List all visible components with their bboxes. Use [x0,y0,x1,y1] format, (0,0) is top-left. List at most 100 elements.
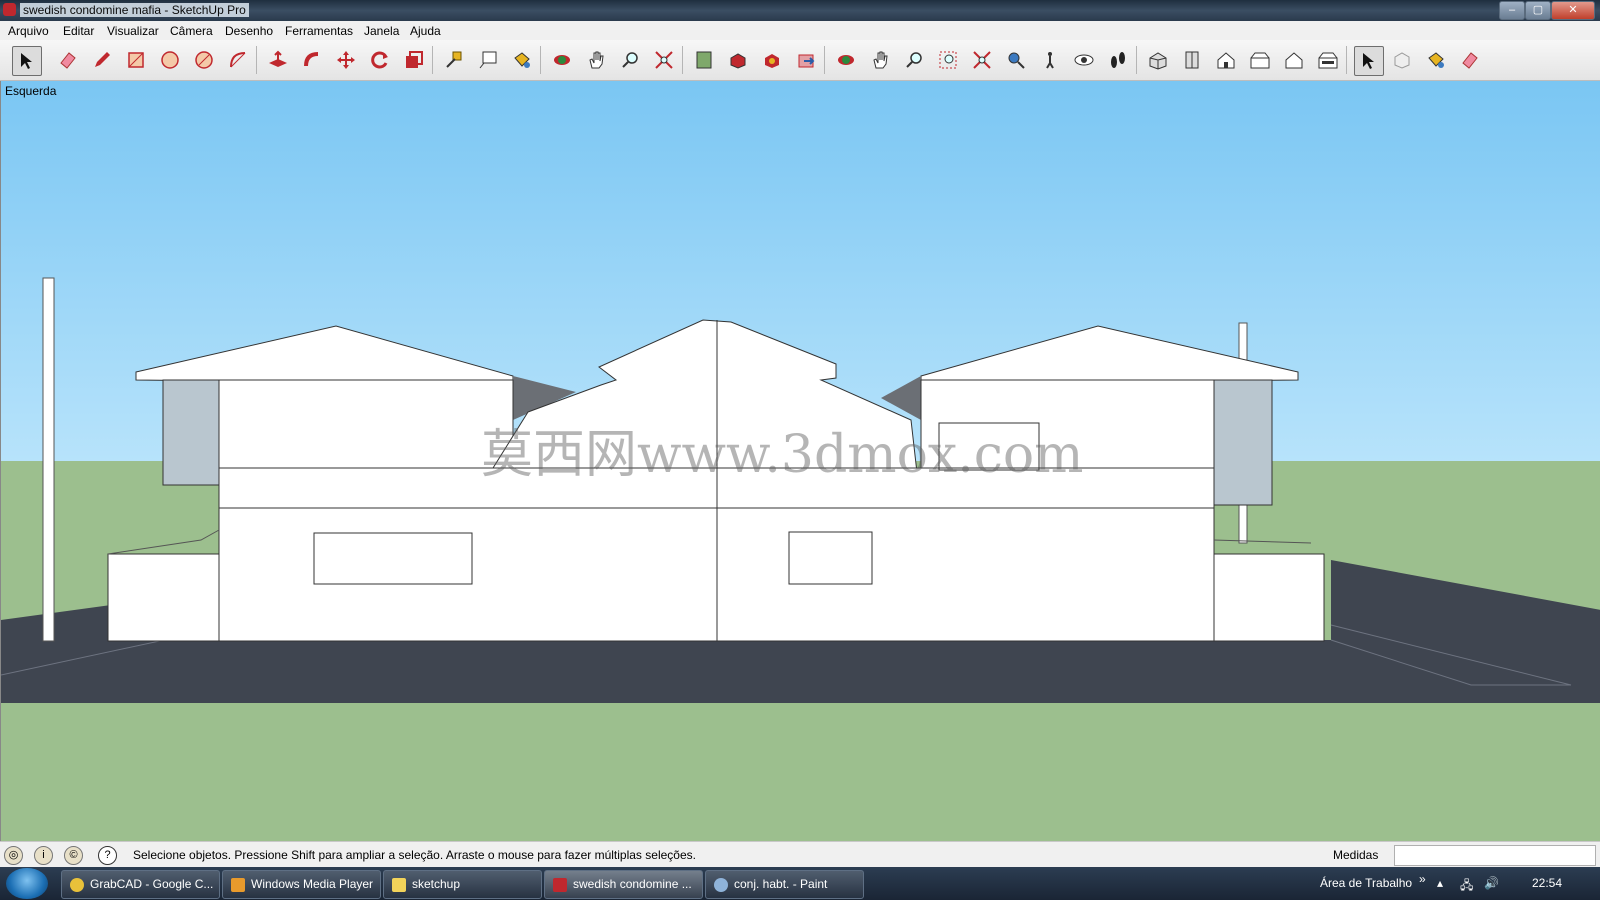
measurements-label: Medidas [1333,848,1379,862]
eraser-tool-icon[interactable] [54,46,82,74]
taskbar-item-sketchup-file[interactable]: swedish condomine ... [544,870,703,899]
left-view-icon[interactable] [1314,46,1342,74]
zoom-extents-2-icon[interactable] [968,46,996,74]
taskbar-item-paint[interactable]: conj. habt. - Paint [705,870,864,899]
menu-camera[interactable]: Câmera [170,24,213,38]
taskbar-item-chrome[interactable]: GrabCAD - Google C... [61,870,220,899]
taskbar-item-label: GrabCAD - Google C... [90,877,214,891]
rectangle-tool-icon[interactable] [122,46,150,74]
taskbar-item-label: Windows Media Player [251,877,374,891]
scale-tool-icon[interactable] [400,46,428,74]
start-button[interactable] [6,868,48,899]
toolbar-chevron[interactable]: » [1419,872,1426,886]
back-view-icon[interactable] [1280,46,1308,74]
polygon-tool-icon[interactable] [190,46,218,74]
components-icon[interactable] [690,46,718,74]
push-pull-tool-icon[interactable] [264,46,292,74]
taskbar-item-label: swedish condomine ... [573,877,692,891]
window-right [788,531,873,585]
zoom-extents-tool-icon[interactable] [650,46,678,74]
pencil-tool-icon[interactable] [88,46,116,74]
toolbar-separator [682,46,683,74]
network-icon[interactable]: 🖧 [1460,876,1473,897]
menu-ferramentas[interactable]: Ferramentas [285,24,353,38]
menu-visualizar[interactable]: Visualizar [107,24,159,38]
tape-measure-tool-icon[interactable] [440,46,468,74]
pan-2-icon[interactable] [866,46,894,74]
measurements-input[interactable] [1394,845,1596,866]
right-porch [1213,379,1273,506]
geo-location-icon[interactable]: ◎ [4,846,23,865]
iso-view-icon[interactable] [1144,46,1172,74]
menu-janela[interactable]: Janela [364,24,399,38]
main-toolbar [0,40,1600,81]
position-camera-icon[interactable] [1002,46,1030,74]
status-message: Selecione objetos. Pressione Shift para … [133,848,696,862]
google-earth-icon[interactable] [724,46,752,74]
front-view-icon[interactable] [1212,46,1240,74]
orbit-2-icon[interactable] [832,46,860,74]
minimize-button[interactable]: – [1499,1,1525,20]
menu-desenho[interactable]: Desenho [225,24,273,38]
3d-warehouse-icon[interactable] [792,46,820,74]
window-left [313,532,473,585]
sketchup-app-icon [3,3,16,16]
menu-arquivo[interactable]: Arquivo [8,24,49,38]
status-bar: ◎ i © ? Selecione objetos. Pressione Shi… [0,841,1600,868]
arc-tool-icon[interactable] [224,46,252,74]
folder-icon [392,877,406,892]
follow-me-tool-icon[interactable] [298,46,326,74]
window-title: swedish condomine mafia - SketchUp Pro [20,3,249,17]
menu-ajuda[interactable]: Ajuda [410,24,441,38]
zoom-2-icon[interactable] [900,46,928,74]
scene-view-label: Esquerda [5,84,57,98]
account-icon[interactable]: © [64,846,83,865]
clock[interactable]: 22:54 [1532,876,1562,890]
taskbar-item-media-player[interactable]: Windows Media Player [222,870,381,899]
taskbar-item-sketchup-folder[interactable]: sketchup [383,870,542,899]
taskbar-item-label: conj. habt. - Paint [734,877,828,891]
pan-tool-icon[interactable] [582,46,610,74]
windows-taskbar: GrabCAD - Google C... Windows Media Play… [0,867,1600,900]
toolbar-separator [540,46,541,74]
circle-tool-icon[interactable] [156,46,184,74]
toolbar-separator [256,46,257,74]
show-hidden-icons-icon[interactable]: ▴ [1437,876,1443,890]
credits-icon[interactable]: i [34,846,53,865]
media-player-icon [231,877,245,892]
text-tool-icon[interactable] [474,46,502,74]
footprints-icon[interactable] [1104,46,1132,74]
sketchup-icon [553,877,567,892]
toolbar-separator [1346,46,1347,74]
rotate-tool-icon[interactable] [366,46,394,74]
paint-2-tool-icon[interactable] [1422,46,1450,74]
close-button[interactable]: ✕ [1551,1,1595,20]
orbit-tool-icon[interactable] [548,46,576,74]
shaded-style-icon[interactable] [1388,46,1416,74]
desktop-toolbar-label[interactable]: Área de Trabalho [1320,876,1412,890]
toolbar-separator [1136,46,1137,74]
eraser-2-tool-icon[interactable] [1456,46,1484,74]
help-icon[interactable]: ? [98,846,117,865]
model-viewport[interactable]: 莫西网www.3dmox.com [0,81,1600,841]
walk-icon[interactable] [1036,46,1064,74]
zoom-window-icon[interactable] [934,46,962,74]
top-view-icon[interactable] [1178,46,1206,74]
select-2-tool-icon[interactable] [1354,46,1384,76]
paint-bucket-tool-icon[interactable] [508,46,536,74]
menu-bar: Arquivo Editar Visualizar Câmera Desenho… [0,21,1600,41]
zoom-tool-icon[interactable] [616,46,644,74]
scene-canvas: 莫西网www.3dmox.com [1,81,1600,841]
volume-icon[interactable]: 🔊 [1484,876,1499,890]
title-bar: swedish condomine mafia - SketchUp Pro –… [0,0,1600,21]
select-tool-icon[interactable] [12,46,42,76]
left-upper-wall [218,379,514,469]
toolbar-separator [824,46,825,74]
look-around-icon[interactable] [1070,46,1098,74]
right-view-icon[interactable] [1246,46,1274,74]
menu-editar[interactable]: Editar [63,24,94,38]
maximize-button[interactable]: ▢ [1525,1,1551,20]
left-pole [42,277,55,642]
add-location-icon[interactable] [758,46,786,74]
move-tool-icon[interactable] [332,46,360,74]
